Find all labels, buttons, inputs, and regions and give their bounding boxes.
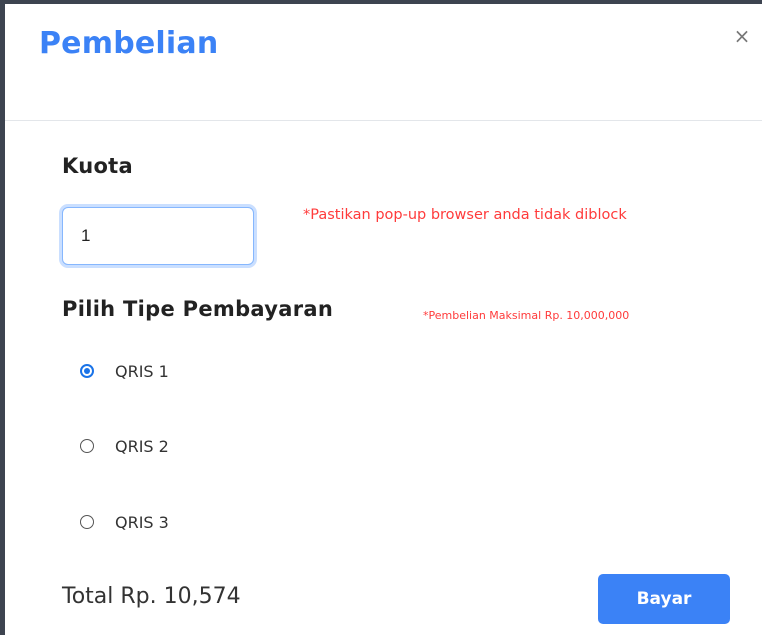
pay-button[interactable]: Bayar — [598, 574, 730, 624]
payment-option-label: QRIS 3 — [115, 512, 169, 532]
quota-label: Kuota — [62, 154, 133, 178]
payment-option-qris-2[interactable]: QRIS 2 — [80, 434, 169, 458]
total-price: Total Rp. 10,574 — [62, 584, 241, 609]
payment-option-qris-3[interactable]: QRIS 3 — [80, 510, 169, 534]
popup-warning-text: *Pastikan pop-up browser anda tidak dibl… — [303, 207, 627, 223]
modal-title: Pembelian — [39, 26, 219, 61]
quota-input[interactable] — [62, 207, 254, 265]
close-icon[interactable]: × — [730, 24, 754, 48]
radio-button[interactable] — [80, 515, 94, 529]
purchase-modal: Pembelian × Kuota *Pastikan pop-up brows… — [0, 0, 762, 635]
payment-option-qris-1[interactable]: QRIS 1 — [80, 359, 169, 383]
payment-type-label: Pilih Tipe Pembayaran — [62, 297, 334, 321]
payment-option-label: QRIS 2 — [115, 436, 169, 456]
payment-option-label: QRIS 1 — [115, 361, 169, 381]
modal-header: Pembelian × — [5, 4, 762, 121]
max-purchase-note: *Pembelian Maksimal Rp. 10,000,000 — [423, 309, 630, 322]
radio-button[interactable] — [80, 439, 94, 453]
radio-button[interactable] — [80, 364, 94, 378]
